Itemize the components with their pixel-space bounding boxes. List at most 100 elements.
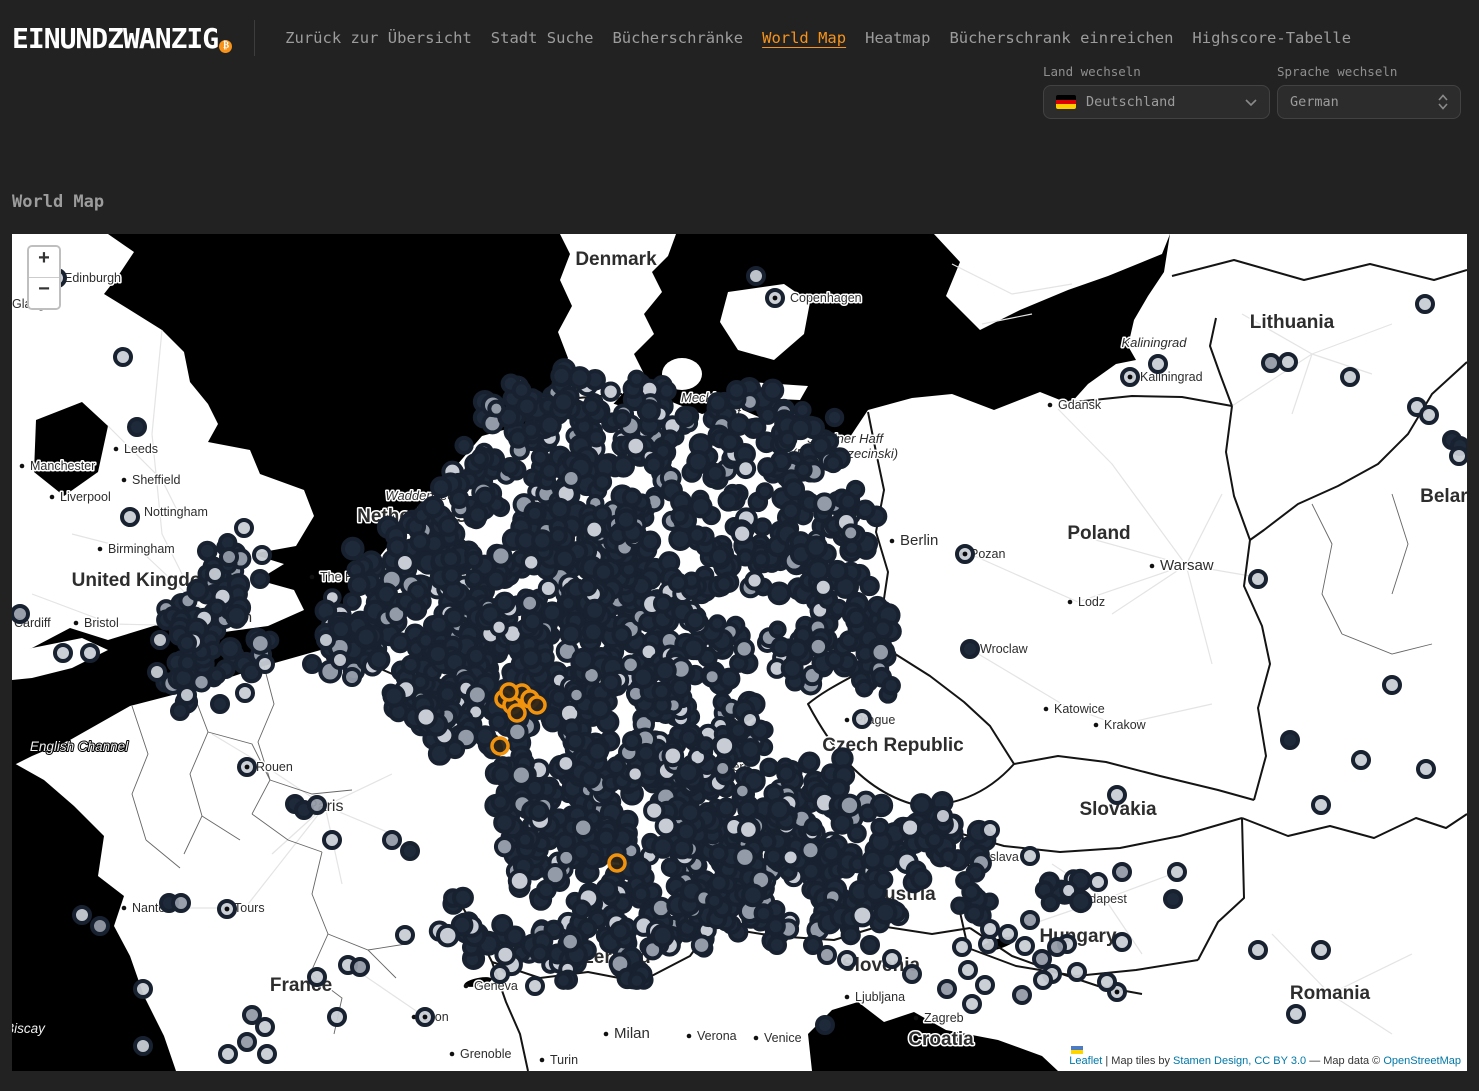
cluster-marker[interactable] — [670, 529, 690, 549]
ring-marker[interactable] — [1090, 874, 1106, 890]
ring-marker[interactable] — [1418, 761, 1434, 777]
navy-marker[interactable] — [1282, 732, 1298, 748]
cluster-marker[interactable] — [510, 871, 530, 891]
ring-marker[interactable] — [152, 632, 168, 648]
cluster-marker[interactable] — [773, 639, 790, 656]
ring-marker[interactable] — [748, 268, 764, 284]
ring-marker[interactable] — [982, 822, 998, 838]
cluster-marker[interactable] — [521, 595, 538, 612]
ring-marker[interactable] — [1313, 797, 1329, 813]
cluster-marker[interactable] — [489, 402, 503, 416]
cluster-marker[interactable] — [941, 849, 955, 863]
ring-marker[interactable] — [964, 996, 980, 1012]
cluster-marker[interactable] — [556, 973, 571, 988]
cluster-marker[interactable] — [491, 714, 507, 730]
cluster-marker[interactable] — [540, 580, 557, 597]
cluster-marker[interactable] — [345, 594, 360, 609]
cluster-marker[interactable] — [456, 438, 471, 453]
ring-marker[interactable] — [1250, 942, 1266, 958]
ring-marker[interactable] — [977, 977, 993, 993]
nav-world-map[interactable]: World Map — [762, 29, 846, 47]
cluster-marker[interactable] — [743, 886, 763, 906]
cluster-marker[interactable] — [657, 816, 676, 835]
cluster-marker[interactable] — [627, 766, 642, 781]
cluster-marker[interactable] — [707, 465, 724, 482]
cluster-marker[interactable] — [597, 880, 616, 899]
cluster-marker[interactable] — [477, 489, 493, 505]
ring-marker[interactable] — [257, 656, 273, 672]
ring-marker[interactable] — [220, 1046, 236, 1062]
cluster-marker[interactable] — [741, 740, 760, 759]
ring-marker[interactable] — [904, 966, 920, 982]
cluster-marker[interactable] — [746, 572, 762, 588]
cluster-marker[interactable] — [693, 936, 711, 954]
cluster-marker[interactable] — [573, 843, 589, 859]
cluster-marker[interactable] — [720, 670, 738, 688]
cluster-marker[interactable] — [715, 736, 734, 755]
ring-marker[interactable] — [819, 947, 835, 963]
cluster-marker[interactable] — [392, 634, 409, 651]
cluster-marker[interactable] — [761, 760, 776, 775]
cluster-marker[interactable] — [518, 398, 536, 416]
cluster-marker[interactable] — [709, 394, 727, 412]
ring-marker[interactable] — [1313, 942, 1329, 958]
orange-marker[interactable] — [609, 855, 625, 871]
ring-marker[interactable] — [492, 966, 508, 982]
cluster-marker[interactable] — [209, 601, 224, 616]
cluster-marker[interactable] — [180, 655, 195, 670]
cluster-marker[interactable] — [781, 432, 796, 447]
cluster-marker[interactable] — [532, 946, 548, 962]
cluster-marker[interactable] — [861, 805, 876, 820]
ring-marker[interactable] — [352, 959, 368, 975]
cluster-marker[interactable] — [585, 521, 603, 539]
zoom-in-button[interactable]: + — [29, 247, 59, 278]
cluster-marker[interactable] — [852, 906, 872, 926]
cluster-marker[interactable] — [739, 820, 758, 839]
cluster-marker[interactable] — [514, 382, 530, 398]
cluster-marker[interactable] — [639, 401, 658, 420]
cluster-marker[interactable] — [411, 533, 428, 550]
navy-marker[interactable] — [769, 937, 785, 953]
cluster-marker[interactable] — [630, 974, 644, 988]
cluster-marker[interactable] — [409, 601, 423, 615]
cluster-marker[interactable] — [857, 502, 874, 519]
cluster-marker[interactable] — [655, 661, 674, 680]
cluster-marker[interactable] — [843, 525, 858, 540]
cluster-marker[interactable] — [633, 668, 652, 687]
cluster-marker[interactable] — [689, 527, 704, 542]
cluster-marker[interactable] — [763, 381, 782, 400]
cluster-marker[interactable] — [720, 492, 738, 510]
cluster-marker[interactable] — [588, 742, 607, 761]
ring-marker[interactable] — [92, 918, 108, 934]
cluster-marker[interactable] — [864, 851, 882, 869]
ring-marker[interactable] — [1109, 787, 1125, 803]
ring-marker[interactable] — [1150, 356, 1166, 372]
cluster-marker[interactable] — [438, 926, 457, 945]
cluster-marker[interactable] — [584, 399, 599, 414]
ring-marker[interactable] — [135, 981, 151, 997]
cluster-marker[interactable] — [861, 578, 877, 594]
cluster-marker[interactable] — [823, 845, 840, 862]
ring-marker[interactable] — [1384, 677, 1400, 693]
ring-marker[interactable] — [935, 808, 951, 824]
cluster-marker[interactable] — [585, 601, 604, 620]
cluster-marker[interactable] — [876, 872, 891, 887]
cluster-marker[interactable] — [582, 770, 599, 787]
cluster-marker[interactable] — [602, 674, 619, 691]
cluster-marker[interactable] — [963, 884, 979, 900]
language-select[interactable]: German — [1277, 85, 1461, 119]
cluster-marker[interactable] — [472, 451, 487, 466]
cluster-marker[interactable] — [496, 946, 514, 964]
cluster-marker[interactable] — [912, 870, 930, 888]
cluster-marker[interactable] — [221, 639, 240, 658]
cluster-marker[interactable] — [573, 650, 593, 670]
cluster-marker[interactable] — [641, 533, 659, 551]
ring-marker[interactable] — [1417, 296, 1433, 312]
cluster-marker[interactable] — [707, 894, 721, 908]
cluster-marker[interactable] — [350, 575, 369, 594]
cluster-marker[interactable] — [574, 901, 590, 917]
ring-marker[interactable] — [254, 547, 270, 563]
cluster-marker[interactable] — [673, 840, 691, 858]
cluster-marker[interactable] — [524, 613, 541, 630]
cluster-marker[interactable] — [343, 539, 363, 559]
